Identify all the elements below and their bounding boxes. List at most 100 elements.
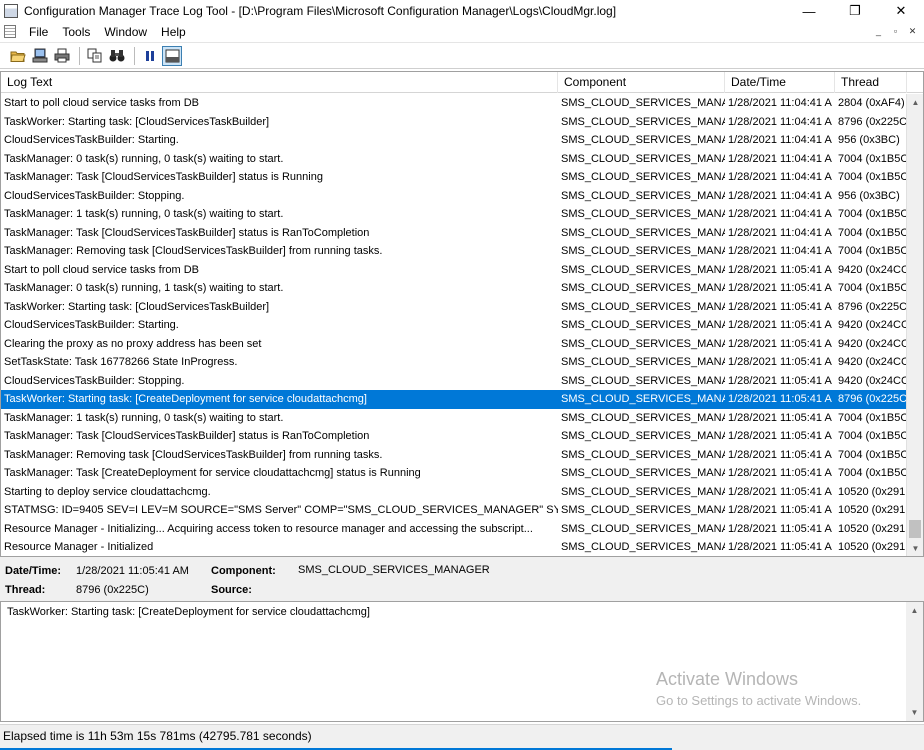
details-pane-icon[interactable] (162, 45, 182, 66)
component-cell: SMS_CLOUD_SERVICES_MANAG (561, 171, 725, 183)
menu-window[interactable]: Window (97, 25, 154, 39)
table-row[interactable]: TaskManager: Task [CloudServicesTaskBuil… (1, 224, 907, 243)
column-header-datetime[interactable]: Date/Time (725, 72, 835, 93)
column-header-log-text[interactable]: Log Text (1, 72, 558, 93)
table-row[interactable]: TaskManager: Task [CloudServicesTaskBuil… (1, 427, 907, 446)
print-icon[interactable] (52, 46, 72, 66)
scroll-up-icon[interactable]: ▲ (907, 94, 923, 111)
datetime-cell: 1/28/2021 11:05:41 A (728, 337, 832, 350)
minimize-button[interactable]: — (786, 0, 832, 22)
component-cell: SMS_CLOUD_SERVICES_MANAG (561, 337, 725, 350)
mdi-minimize-button[interactable]: _ (871, 24, 886, 38)
menu-tools[interactable]: Tools (55, 25, 97, 39)
table-row[interactable]: TaskManager: Task [CreateDeployment for … (1, 464, 907, 483)
table-row[interactable]: TaskManager: 0 task(s) running, 1 task(s… (1, 279, 907, 298)
datetime-cell: 1/28/2021 11:05:41 A (728, 504, 832, 516)
thread-cell: 8796 (0x225C (838, 300, 907, 313)
table-row[interactable]: CloudServicesTaskBuilder: Starting. SMS_C… (1, 131, 907, 150)
log-text-cell: CloudServicesTaskBuilder: Starting. (4, 134, 179, 146)
component-cell: SMS_CLOUD_SERVICES_MANAG (561, 115, 725, 128)
component-cell: SMS_CLOUD_SERVICES_MANAG (561, 208, 725, 220)
component-cell: SMS_CLOUD_SERVICES_MANAG (561, 263, 725, 276)
table-row[interactable]: STATMSG: ID=9405 SEV=I LEV=M SOURCE="SMS… (1, 501, 907, 520)
log-grid[interactable]: Log Text Component Date/Time Thread Star… (0, 71, 924, 557)
table-row[interactable]: TaskManager: 1 task(s) running, 0 task(s… (1, 409, 907, 428)
log-text-cell: TaskManager: Removing task [CloudService… (4, 448, 383, 461)
component-cell: SMS_CLOUD_SERVICES_MANAG (561, 541, 725, 553)
scroll-down-icon[interactable]: ▼ (906, 704, 923, 721)
computer-icon[interactable] (30, 46, 50, 66)
log-text-cell: TaskWorker: Starting task: [CreateDeploy… (4, 393, 367, 405)
close-button[interactable]: ✕ (878, 0, 924, 22)
log-text-cell: TaskManager: Removing task [CloudService… (4, 245, 383, 257)
table-row[interactable]: Resource Manager - Initialized SMS_CLOUD_… (1, 538, 907, 556)
log-text-cell: Resource Manager - Initialized (4, 541, 154, 553)
mdi-restore-button[interactable]: ▫ (888, 24, 903, 38)
table-row[interactable]: TaskManager: Removing task [CloudService… (1, 242, 907, 261)
activate-windows-subtext: Go to Settings to activate Windows. (656, 693, 862, 708)
table-row[interactable]: Start to poll cloud service tasks from D… (1, 94, 907, 113)
document-icon[interactable] (4, 25, 16, 38)
table-row[interactable]: TaskManager: Removing task [CloudService… (1, 446, 907, 465)
table-row[interactable]: Start to poll cloud service tasks from D… (1, 261, 907, 280)
table-row[interactable]: CloudServicesTaskBuilder: Stopping. SMS_C… (1, 372, 907, 391)
datetime-label: Date/Time: (5, 565, 62, 577)
datetime-cell: 1/28/2021 11:05:41 A (728, 300, 832, 313)
table-row[interactable]: TaskWorker: Starting task: [CloudService… (1, 113, 907, 132)
open-folder-icon[interactable] (8, 46, 28, 66)
table-row[interactable]: TaskWorker: Starting task: [CloudService… (1, 298, 907, 317)
thread-cell: 7004 (0x1B5C (838, 430, 907, 442)
thread-cell: 7004 (0x1B5C (838, 411, 907, 424)
thread-cell: 9420 (0x24CC (838, 356, 907, 368)
thread-cell: 7004 (0x1B5C (838, 448, 907, 461)
component-cell: SMS_CLOUD_SERVICES_MANAG (561, 430, 725, 442)
details-panel: Date/Time: 1/28/2021 11:05:41 AM Compone… (0, 557, 924, 601)
datetime-cell: 1/28/2021 11:04:41 A (728, 226, 832, 239)
thread-cell: 7004 (0x1B5C (838, 171, 907, 183)
toolbar (0, 42, 924, 69)
column-header-thread[interactable]: Thread (835, 72, 907, 93)
log-text-cell: CloudServicesTaskBuilder: Starting. (4, 319, 179, 331)
component-cell: SMS_CLOUD_SERVICES_MANAG (561, 393, 725, 405)
table-row[interactable]: Clearing the proxy as no proxy address h… (1, 335, 907, 354)
message-vertical-scrollbar[interactable]: ▲ ▼ (906, 602, 923, 721)
table-row[interactable]: TaskManager: 1 task(s) running, 0 task(s… (1, 205, 907, 224)
table-row[interactable]: TaskManager: Task [CloudServicesTaskBuil… (1, 168, 907, 187)
find-binoculars-icon[interactable] (107, 46, 127, 66)
log-text-cell: Starting to deploy service cloudattachcm… (4, 485, 211, 498)
thread-cell: 7004 (0x1B5C (838, 282, 907, 294)
copy-icon[interactable] (85, 46, 105, 66)
scroll-up-icon[interactable]: ▲ (906, 602, 923, 619)
scrollbar-thumb[interactable] (909, 520, 921, 538)
table-row-selected[interactable]: TaskWorker: Starting task: [CreateDeploy… (1, 390, 907, 409)
message-text: TaskWorker: Starting task: [CreateDeploy… (7, 606, 370, 618)
log-text-cell: TaskManager: 1 task(s) running, 0 task(s… (4, 208, 284, 220)
menu-file[interactable]: File (22, 25, 55, 39)
log-text-cell: Start to poll cloud service tasks from D… (4, 97, 200, 109)
status-text: Elapsed time is 11h 53m 15s 781ms (42795… (3, 729, 312, 743)
table-row[interactable]: Resource Manager - Initializing... Acqui… (1, 520, 907, 539)
component-cell: SMS_CLOUD_SERVICES_MANAG (561, 504, 725, 516)
table-row[interactable]: SetTaskState: Task 16778266 State InProg… (1, 353, 907, 372)
log-text-cell: STATMSG: ID=9405 SEV=I LEV=M SOURCE="SMS… (4, 504, 558, 516)
pause-icon[interactable] (140, 46, 160, 66)
datetime-cell: 1/28/2021 11:05:41 A (728, 430, 832, 442)
grid-vertical-scrollbar[interactable]: ▲ ▼ (906, 94, 923, 556)
table-row[interactable]: CloudServicesTaskBuilder: Stopping. SMS_C… (1, 187, 907, 206)
component-cell: SMS_CLOUD_SERVICES_MANAG (561, 448, 725, 461)
table-row[interactable]: CloudServicesTaskBuilder: Starting. SMS_C… (1, 316, 907, 335)
mdi-close-button[interactable]: ✕ (905, 24, 920, 38)
toolbar-separator (134, 46, 135, 65)
column-header-component[interactable]: Component (558, 72, 725, 93)
table-row[interactable]: Starting to deploy service cloudattachcm… (1, 483, 907, 502)
component-cell: SMS_CLOUD_SERVICES_MANAG (561, 522, 725, 535)
menu-help[interactable]: Help (154, 25, 193, 39)
scroll-down-icon[interactable]: ▼ (907, 540, 923, 556)
status-bar: Elapsed time is 11h 53m 15s 781ms (42795… (0, 724, 924, 750)
table-row[interactable]: TaskManager: 0 task(s) running, 0 task(s… (1, 150, 907, 169)
datetime-cell: 1/28/2021 11:05:41 A (728, 467, 832, 479)
component-cell: SMS_CLOUD_SERVICES_MANAG (561, 411, 725, 424)
thread-cell: 7004 (0x1B5C (838, 226, 907, 239)
log-text-cell: Start to poll cloud service tasks from D… (4, 263, 200, 276)
restore-button[interactable]: ❐ (832, 0, 878, 22)
